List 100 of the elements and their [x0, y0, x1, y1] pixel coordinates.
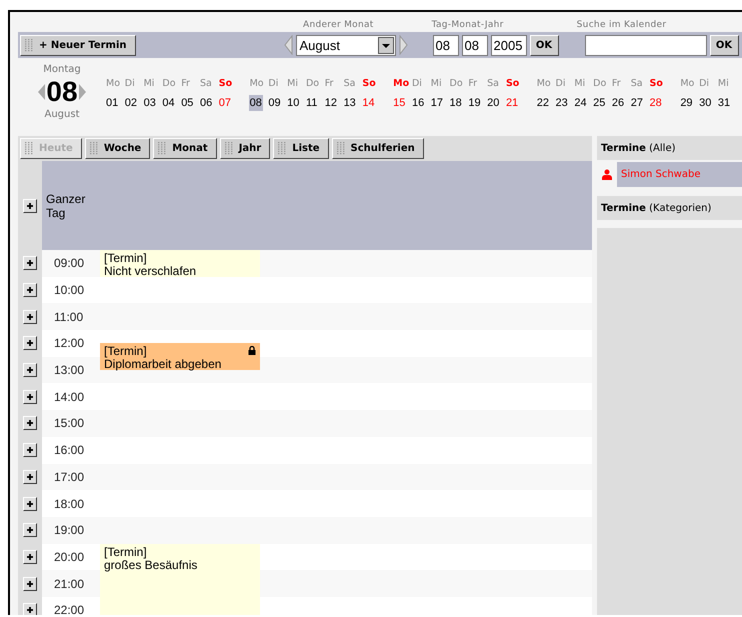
add-button[interactable] — [23, 390, 37, 404]
calendar-day[interactable]: 19 — [467, 95, 482, 111]
calendar-day[interactable]: 10 — [286, 95, 300, 111]
hour-label: 09:00 — [54, 256, 84, 270]
appointment[interactable]: [Termin] großes Besäufnis — [100, 544, 260, 574]
weekday-abbreviation: Do — [450, 78, 464, 89]
dropdown-icon — [378, 36, 394, 54]
add-button[interactable] — [23, 603, 37, 615]
calendar-day[interactable]: 04 — [161, 95, 176, 111]
view-tab[interactable]: Woche — [84, 138, 150, 159]
hour-label: 15:00 — [54, 416, 84, 430]
calendar-day[interactable]: 21 — [504, 95, 520, 111]
calendar-day[interactable]: 11 — [304, 95, 318, 111]
grid-dots-icon — [224, 142, 234, 155]
plus-icon — [26, 259, 34, 268]
hour-label: 16:00 — [54, 443, 84, 458]
day-input[interactable]: 08 — [432, 34, 458, 56]
plus-icon — [26, 286, 34, 294]
add-button[interactable] — [23, 496, 37, 511]
appointment[interactable]: [Termin] Nicht verschlafen — [100, 250, 260, 280]
calendar-day[interactable]: 01 — [105, 95, 120, 111]
calendar-day[interactable]: 05 — [180, 95, 194, 111]
calendar-day[interactable]: 25 — [592, 95, 606, 111]
appointment[interactable]: [Termin] Diplomarbeit abgeben — [100, 343, 260, 374]
weekday-abbreviation: Di — [699, 78, 710, 89]
search-label: Suche im Kalender — [576, 20, 666, 30]
hour-label: 11:00 — [54, 310, 84, 324]
grid-dots-icon — [90, 142, 99, 155]
calendar-day[interactable]: 20 — [486, 95, 500, 111]
search-input[interactable] — [584, 34, 706, 56]
calendar-day[interactable]: 30 — [698, 95, 712, 111]
date-ok-button[interactable]: OK — [530, 34, 558, 56]
calendar-day[interactable]: 03 — [142, 95, 157, 111]
hour-label: 14:00 — [54, 390, 84, 404]
calendar-day[interactable]: 09 — [267, 95, 282, 111]
weekday-abbreviation: Fr — [181, 78, 191, 89]
view-tab[interactable]: Jahr — [220, 138, 270, 159]
add-button[interactable] — [23, 550, 37, 564]
add-button[interactable] — [23, 310, 37, 324]
calendar-day[interactable]: 08 — [248, 95, 263, 111]
view-tab[interactable]: Schulferien — [332, 138, 424, 159]
calendar-day[interactable]: 15 — [392, 95, 406, 111]
weekday-abbreviation: Di — [124, 78, 136, 89]
weekday-abbreviation: So — [218, 78, 234, 89]
weekday-abbreviation: Sa — [200, 78, 213, 89]
add-button[interactable] — [23, 576, 37, 591]
weekday-abbreviation: Fr — [612, 78, 622, 89]
year-input[interactable]: 2005 — [490, 34, 526, 56]
calendar-day[interactable]: 07 — [218, 95, 232, 111]
weekday-abbreviation: So — [650, 78, 664, 89]
calendar-day[interactable]: 18 — [448, 95, 463, 111]
calendar-day[interactable]: 31 — [716, 95, 732, 111]
calendar-day[interactable]: 26 — [610, 95, 626, 111]
calendar-day[interactable]: 23 — [554, 95, 569, 111]
new-appointment-button[interactable]: + Neuer Termin — [20, 34, 136, 56]
month-select[interactable]: August — [296, 34, 396, 56]
search-ok-button[interactable]: OK — [710, 34, 738, 56]
hour-label: 17:00 — [54, 470, 84, 484]
plus-icon — [26, 339, 34, 348]
all-day-label: Ganzer Tag — [45, 192, 86, 220]
add-button[interactable] — [23, 523, 37, 538]
plus-icon — [26, 606, 34, 614]
add-button[interactable] — [23, 363, 37, 378]
calendar-day[interactable]: 12 — [324, 95, 338, 111]
grid-dots-icon — [158, 142, 168, 155]
plus-icon — [26, 419, 34, 428]
weekday-abbreviation: Di — [556, 78, 566, 89]
add-button[interactable] — [23, 336, 37, 350]
weekday-abbreviation: Mo — [393, 78, 410, 89]
calendar-day[interactable]: 14 — [361, 95, 376, 111]
calendar-day[interactable]: 22 — [536, 95, 550, 111]
month-input[interactable]: 08 — [462, 34, 488, 56]
add-button[interactable] — [23, 283, 37, 298]
weekday-abbreviation: Mo — [250, 78, 265, 89]
calendar-day[interactable]: 16 — [410, 95, 426, 111]
hour-label: 12:00 — [54, 336, 84, 350]
calendar-day[interactable]: 24 — [573, 95, 588, 111]
plus-icon — [26, 392, 34, 401]
add-button[interactable] — [23, 443, 37, 458]
calendar-day[interactable]: 27 — [630, 95, 644, 111]
view-tab[interactable]: Liste — [273, 138, 329, 159]
add-button[interactable] — [23, 470, 37, 484]
add-button[interactable] — [23, 416, 37, 430]
view-tab[interactable]: Monat — [153, 138, 217, 159]
hour-label: 20:00 — [54, 550, 84, 564]
hour-label: 22:00 — [54, 603, 84, 615]
calendar-day[interactable]: 29 — [679, 95, 694, 111]
grid-dots-icon — [336, 142, 346, 155]
weekday-abbreviation: Di — [268, 78, 280, 89]
hour-label: 18:00 — [54, 496, 84, 511]
weekday-abbreviation: Fr — [468, 78, 478, 89]
calendar-day[interactable]: 17 — [430, 95, 444, 111]
calendar-day[interactable]: 28 — [648, 95, 663, 111]
add-button[interactable] — [23, 256, 37, 270]
weekday-abbreviation: So — [506, 78, 520, 89]
add-button[interactable] — [23, 198, 37, 212]
calendar-day[interactable]: 02 — [124, 95, 138, 111]
calendar-day[interactable]: 13 — [342, 95, 357, 111]
weekday-abbreviation: Fr — [324, 78, 334, 89]
calendar-day[interactable]: 06 — [198, 95, 214, 111]
